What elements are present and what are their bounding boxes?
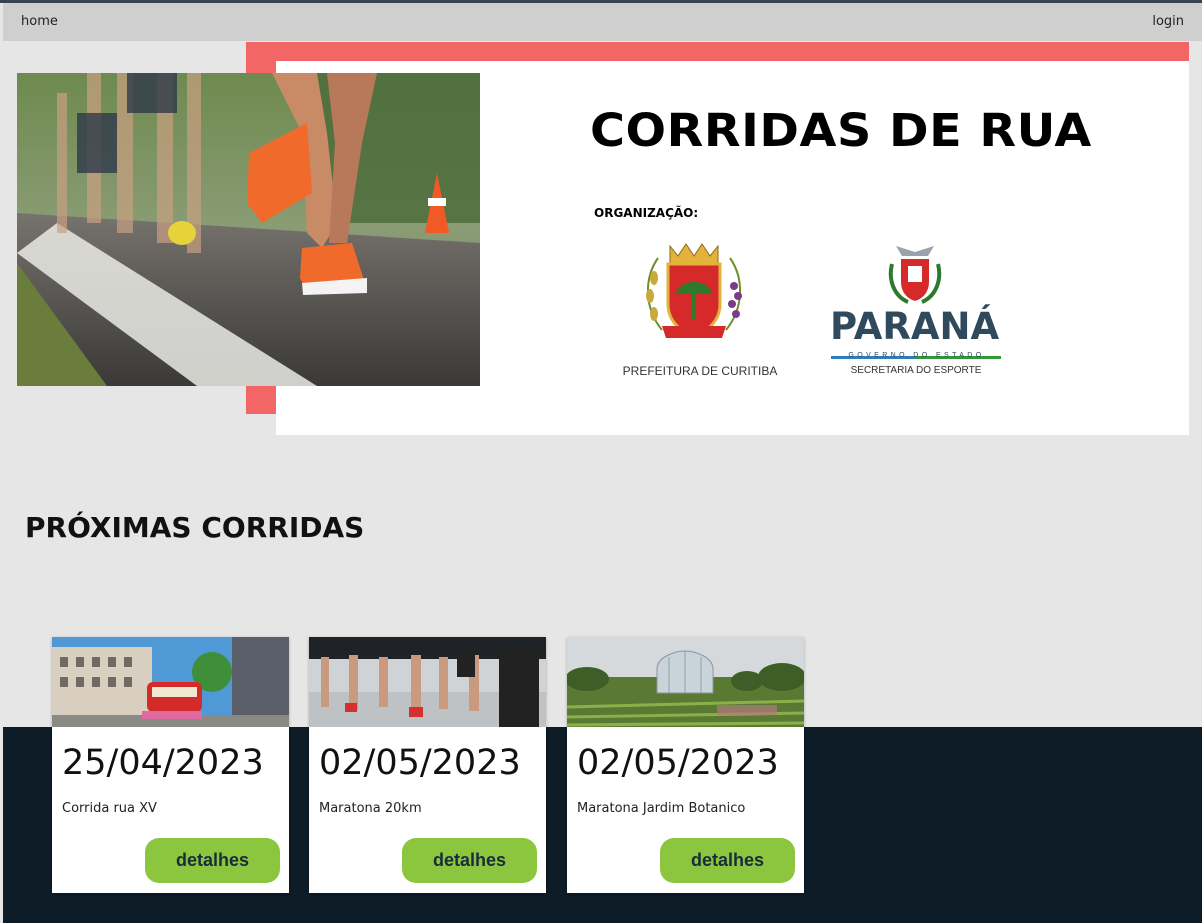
upcoming-races-title: PRÓXIMAS CORRIDAS bbox=[25, 511, 365, 544]
curitiba-coat-of-arms-logo bbox=[636, 238, 752, 350]
parana-color-bar bbox=[831, 346, 1002, 359]
race-date: 02/05/2023 bbox=[319, 743, 521, 783]
race-card: 02/05/2023 Maratona Jardim Botanico deta… bbox=[567, 637, 804, 893]
race-date: 02/05/2023 bbox=[577, 743, 779, 783]
hero-runner-image bbox=[17, 73, 480, 386]
parana-logo-caption: SECRETARIA DO ESPORTE bbox=[850, 365, 982, 376]
curitiba-logo-caption: PREFEITURA DE CURITIBA bbox=[622, 364, 778, 378]
hero-title: CORRIDAS DE RUA bbox=[590, 104, 1092, 157]
details-button[interactable]: detalhes bbox=[402, 838, 537, 883]
nav-home-link[interactable]: home bbox=[21, 14, 58, 29]
race-image-botanical-garden bbox=[567, 637, 804, 727]
race-name: Corrida rua XV bbox=[62, 801, 157, 816]
details-button[interactable]: detalhes bbox=[145, 838, 280, 883]
parana-logo-word: PARANÁ bbox=[830, 305, 1000, 348]
race-name: Maratona Jardim Botanico bbox=[577, 801, 746, 816]
race-image-runners bbox=[309, 637, 546, 727]
race-name: Maratona 20km bbox=[319, 801, 422, 816]
race-image-city-street bbox=[52, 637, 289, 727]
race-date: 25/04/2023 bbox=[62, 743, 264, 783]
parana-logo-subtitle: GOVERNO DO ESTADO bbox=[848, 352, 985, 359]
parana-coat-of-arms-logo bbox=[886, 242, 944, 308]
nav-login-link[interactable]: login bbox=[1152, 14, 1184, 29]
race-card: 02/05/2023 Maratona 20km detalhes bbox=[309, 637, 546, 893]
navbar: home login bbox=[3, 3, 1202, 41]
details-button[interactable]: detalhes bbox=[660, 838, 795, 883]
organization-label: ORGANIZAÇÃO: bbox=[594, 206, 699, 220]
race-card: 25/04/2023 Corrida rua XV detalhes bbox=[52, 637, 289, 893]
